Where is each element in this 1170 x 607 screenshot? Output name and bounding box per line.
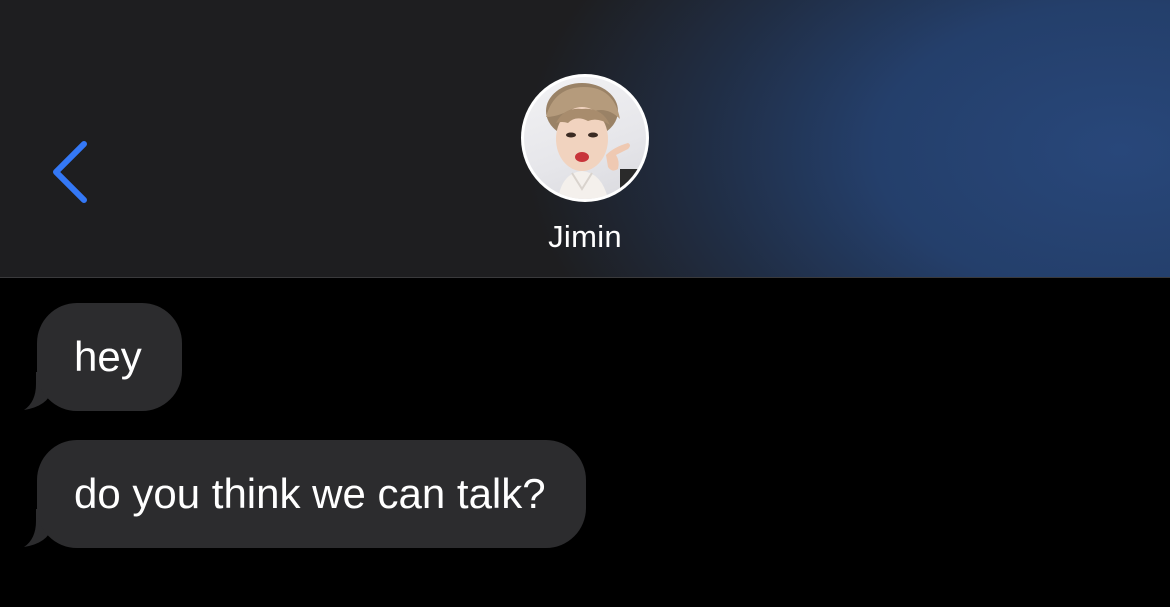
chevron-left-icon xyxy=(53,141,87,203)
messages-screen: Jimin hey do you think we can talk? xyxy=(0,0,1170,607)
message-list: hey do you think we can talk? xyxy=(0,278,1170,607)
contact-avatar[interactable] xyxy=(521,74,649,202)
contact-name[interactable]: Jimin xyxy=(485,219,685,255)
conversation-header: Jimin xyxy=(0,0,1170,278)
message-text: hey xyxy=(74,333,142,380)
message-text: do you think we can talk? xyxy=(74,470,546,517)
back-button[interactable] xyxy=(40,128,110,214)
message-bubble-incoming[interactable]: hey xyxy=(37,303,182,411)
message-bubble-incoming[interactable]: do you think we can talk? xyxy=(37,440,586,548)
contact-photo xyxy=(524,77,646,199)
